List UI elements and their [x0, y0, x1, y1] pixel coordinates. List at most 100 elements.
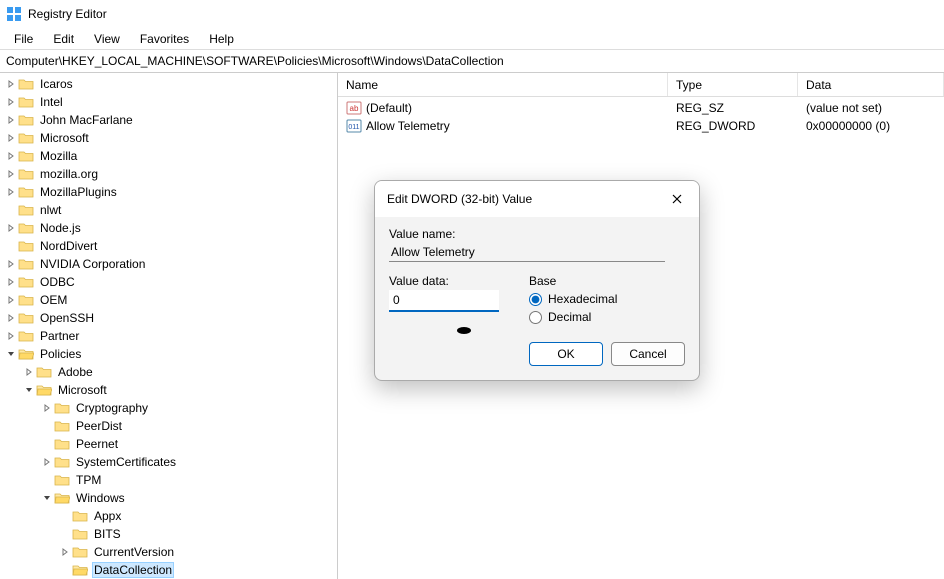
chevron-right-icon[interactable] — [40, 401, 54, 415]
tree-item[interactable]: Policies — [0, 345, 337, 363]
value-type: REG_DWORD — [668, 119, 798, 133]
menu-view[interactable]: View — [84, 30, 130, 48]
value-type: REG_SZ — [668, 101, 798, 115]
tree-item-label: Microsoft — [56, 383, 109, 397]
tree-item-label: NordDivert — [38, 239, 99, 253]
chevron-right-icon[interactable] — [40, 455, 54, 469]
radio-hex-row[interactable]: Hexadecimal — [529, 292, 617, 306]
folder-icon — [18, 95, 34, 109]
cancel-button[interactable]: Cancel — [611, 342, 685, 366]
menu-favorites[interactable]: Favorites — [130, 30, 199, 48]
chevron-right-icon[interactable] — [4, 329, 18, 343]
tree-item[interactable]: Peernet — [0, 435, 337, 453]
chevron-right-icon[interactable] — [4, 113, 18, 127]
tree-item-label: Adobe — [56, 365, 95, 379]
radio-dec[interactable] — [529, 311, 542, 324]
tree-item[interactable]: BITS — [0, 525, 337, 543]
list-header: Name Type Data — [338, 73, 944, 97]
tree-item[interactable]: OpenSSH — [0, 309, 337, 327]
value-name-field[interactable] — [389, 243, 665, 262]
chevron-right-icon[interactable] — [4, 293, 18, 307]
list-row[interactable]: 011Allow TelemetryREG_DWORD0x00000000 (0… — [338, 117, 944, 135]
chevron-down-icon[interactable] — [4, 347, 18, 361]
folder-icon — [54, 491, 70, 505]
app-icon — [6, 6, 22, 22]
base-label: Base — [529, 274, 617, 288]
chevron-right-icon[interactable] — [4, 131, 18, 145]
radio-hex[interactable] — [529, 293, 542, 306]
tree-pane[interactable]: IcarosIntelJohn MacFarlane Microsoft Mozil… — [0, 73, 338, 579]
chevron-right-icon[interactable] — [4, 167, 18, 181]
tree-item[interactable]: Microsoft — [0, 129, 337, 147]
tree-item[interactable]: Cryptography — [0, 399, 337, 417]
value-data: 0x00000000 (0) — [798, 119, 944, 133]
chevron-right-icon[interactable] — [4, 311, 18, 325]
folder-icon — [18, 185, 34, 199]
tree-item[interactable]: SystemCertificates — [0, 453, 337, 471]
tree-item[interactable]: NVIDIA Corporation — [0, 255, 337, 273]
column-header-data[interactable]: Data — [798, 73, 944, 96]
tree-item-label: BITS — [92, 527, 123, 541]
tree-item[interactable]: ODBC — [0, 273, 337, 291]
folder-icon — [54, 437, 70, 451]
chevron-right-icon[interactable] — [4, 95, 18, 109]
tree-item[interactable]: nlwt — [0, 201, 337, 219]
tree-item[interactable]: John MacFarlane — [0, 111, 337, 129]
tree-item[interactable]: Icaros — [0, 75, 337, 93]
tree-item[interactable]: Adobe — [0, 363, 337, 381]
folder-icon — [54, 401, 70, 415]
tree-item[interactable]: DataCollection — [0, 561, 337, 579]
tree-item[interactable]: Appx — [0, 507, 337, 525]
tree-item-label: DataCollection — [92, 562, 174, 578]
chevron-right-icon[interactable] — [4, 185, 18, 199]
tree-item[interactable]: OEM — [0, 291, 337, 309]
tree-item[interactable]: NordDivert — [0, 237, 337, 255]
chevron-down-icon[interactable] — [40, 491, 54, 505]
column-header-type[interactable]: Type — [668, 73, 798, 96]
folder-icon — [18, 239, 34, 253]
ok-button[interactable]: OK — [529, 342, 603, 366]
value-data-field[interactable] — [389, 290, 499, 312]
tree-item-label: Windows — [74, 491, 127, 505]
column-header-name[interactable]: Name — [338, 73, 668, 96]
chevron-right-icon[interactable] — [4, 275, 18, 289]
tree-item-label: TPM — [74, 473, 103, 487]
close-icon[interactable] — [667, 189, 687, 209]
tree-item[interactable]: Node.js — [0, 219, 337, 237]
radio-dec-row[interactable]: Decimal — [529, 310, 617, 324]
tree-item[interactable]: Mozilla — [0, 147, 337, 165]
tree-item[interactable]: PeerDist — [0, 417, 337, 435]
chevron-down-icon[interactable] — [22, 383, 36, 397]
menu-file[interactable]: File — [4, 30, 43, 48]
chevron-right-icon[interactable] — [4, 221, 18, 235]
menu-help[interactable]: Help — [199, 30, 244, 48]
folder-icon — [72, 527, 88, 541]
folder-icon — [18, 311, 34, 325]
tree-item-label: Node.js — [38, 221, 83, 235]
tree-item[interactable]: mozilla.org — [0, 165, 337, 183]
tree-item-label: OEM — [38, 293, 69, 307]
menu-edit[interactable]: Edit — [43, 30, 84, 48]
tree-item[interactable]: Partner — [0, 327, 337, 345]
tree-item-label: mozilla.org — [38, 167, 100, 181]
tree-item[interactable]: MozillaPlugins — [0, 183, 337, 201]
chevron-right-icon[interactable] — [4, 257, 18, 271]
tree-item[interactable]: Microsoft — [0, 381, 337, 399]
address-bar[interactable]: Computer\HKEY_LOCAL_MACHINE\SOFTWARE\Pol… — [0, 50, 944, 73]
tree-item[interactable]: TPM — [0, 471, 337, 489]
tree-item[interactable]: CurrentVersion — [0, 543, 337, 561]
chevron-right-icon[interactable] — [22, 365, 36, 379]
folder-icon — [18, 347, 34, 361]
tree-item-label: MozillaPlugins — [38, 185, 119, 199]
menubar: File Edit View Favorites Help — [0, 28, 944, 50]
value-icon: 011 — [346, 118, 362, 134]
tree-item[interactable]: Windows — [0, 489, 337, 507]
chevron-right-icon[interactable] — [4, 149, 18, 163]
list-row[interactable]: ab(Default)REG_SZ(value not set) — [338, 99, 944, 117]
tree-item-label: Microsoft — [38, 131, 91, 145]
radio-hex-label: Hexadecimal — [548, 292, 617, 306]
tree-item[interactable]: Intel — [0, 93, 337, 111]
chevron-right-icon[interactable] — [4, 77, 18, 91]
chevron-right-icon[interactable] — [58, 545, 72, 559]
value-data-label: Value data: — [389, 274, 509, 288]
